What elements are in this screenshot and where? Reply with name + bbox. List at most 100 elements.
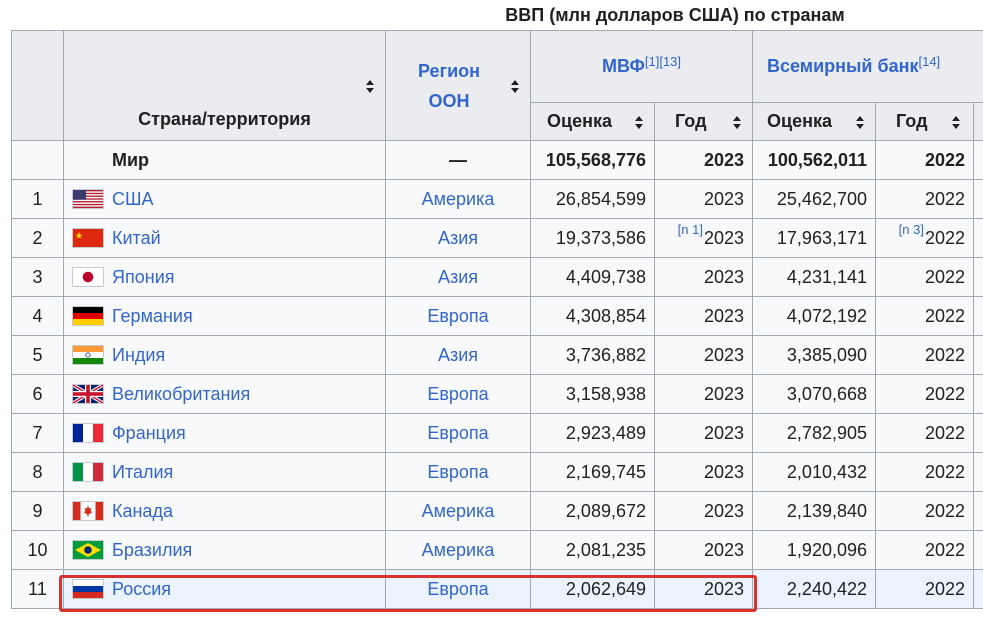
sort-icon[interactable] [733,116,742,130]
imf-year: 2023 [703,383,744,404]
region-link[interactable]: Америка [422,501,495,521]
sort-icon[interactable] [952,116,961,130]
region-header[interactable]: Регион ООН [385,30,531,141]
extra-cell [972,374,983,414]
germany-flag-icon[interactable] [72,306,104,327]
wb-year: 2022 [924,578,965,599]
wb-year-header[interactable]: Год [875,102,974,141]
imf-year: 2023 [703,344,744,365]
canada-flag-icon[interactable] [72,501,104,522]
extra-header [972,102,983,141]
country-link[interactable]: Франция [112,423,186,443]
imf-year: 2023 [703,578,744,599]
region-link[interactable]: Америка [422,189,495,209]
extra-cell [972,335,983,375]
imf-note[interactable]: [n 1] [678,222,703,237]
wb-link[interactable]: Всемирный банк [767,56,918,76]
imf-year-cell: [n 1]2023 [654,218,753,258]
imf-year-header[interactable]: Год [654,102,753,141]
wb-estimate-header[interactable]: Оценка [752,102,876,141]
estimate-label: Оценка [547,111,612,131]
extra-cell [972,491,983,531]
wb-year-cell: 2022 [875,257,974,297]
wb-year-cell: 2022 [875,491,974,531]
sort-icon[interactable] [366,80,375,94]
country-link[interactable]: Германия [112,306,193,326]
imf-estimate-header[interactable]: Оценка [530,102,655,141]
wb-year-cell: 2022 [875,569,974,609]
wb-year: 2022 [924,305,965,326]
country-link[interactable]: Россия [112,579,171,599]
region-link[interactable]: Азия [438,345,478,365]
region-cell: Азия [385,335,531,375]
wb-value-cell: 2,139,840 [752,491,876,531]
imf-value-cell: 26,854,599 [530,179,655,219]
table-row: 11 Россия Европа 2,062,649 2023 2,240,422 2022 [11,569,983,609]
uk-flag-icon[interactable] [72,384,104,405]
table-row: 5 Индия Азия 3,736,882 2023 3,385,090 2022 [11,335,983,375]
imf-value-cell: 2,081,235 [530,530,655,570]
imf-year: 2023 [703,500,744,521]
country-header[interactable]: Страна/территория [63,30,386,141]
wb-refs[interactable]: [14] [918,54,940,69]
table-caption: ВВП (млн долларов США) по странам [505,5,845,25]
year-label: Год [896,111,928,131]
region-link[interactable]: Европа [427,462,488,482]
sort-icon[interactable] [856,116,865,130]
imf-value-cell: 3,736,882 [530,335,655,375]
region-cell: Азия [385,218,531,258]
russia-flag-icon[interactable] [72,579,104,600]
wb-year-cell: 2022 [875,530,974,570]
us-flag-icon[interactable] [72,189,104,210]
region-link[interactable]: Европа [427,423,488,443]
imf-year: 2023 [703,539,744,560]
imf-year: 2023 [703,188,744,209]
country-link[interactable]: Бразилия [112,540,192,560]
imf-value-cell: 3,158,938 [530,374,655,414]
region-cell: Европа [385,452,531,492]
country-link[interactable]: Великобритания [112,384,250,404]
country-link[interactable]: Япония [112,267,175,287]
country-cell: Великобритания [63,374,386,414]
wb-value-cell: 17,963,171 [752,218,876,258]
country-link[interactable]: США [112,189,154,209]
india-flag-icon[interactable] [72,345,104,366]
region-link[interactable]: Европа [427,306,488,326]
region-cell: Америка [385,491,531,531]
region-header-line2[interactable]: ООН [387,86,513,116]
country-cell: Бразилия [63,530,386,570]
region-link[interactable]: Европа [427,579,488,599]
table-row: 8 Италия Европа 2,169,745 2023 2,010,432 2022 [11,452,983,492]
france-flag-icon[interactable] [72,423,104,444]
imf-refs[interactable]: [1][13] [645,54,681,69]
brazil-flag-icon[interactable] [72,540,104,561]
country-link[interactable]: Италия [112,462,173,482]
country-link[interactable]: Канада [112,501,173,521]
year-label: Год [675,111,707,131]
table-row: 3 Япония Азия 4,409,738 2023 4,231,141 2022 [11,257,983,297]
extra-cell [972,179,983,219]
sort-icon[interactable] [635,116,644,130]
imf-year-cell: 2023 [654,257,753,297]
table-row: 7 Франция Европа 2,923,489 2023 2,782,905 2022 [11,413,983,453]
region-header-line1[interactable]: Регион [387,56,513,86]
region-link[interactable]: Америка [422,540,495,560]
china-flag-icon[interactable] [72,228,104,249]
region-link[interactable]: Азия [438,228,478,248]
wb-value-cell: 4,072,192 [752,296,876,336]
country-link[interactable]: Китай [112,228,161,248]
imf-year-cell: 2023 [654,569,753,609]
italy-flag-icon[interactable] [72,462,104,483]
rank-header [11,30,64,141]
sort-icon[interactable] [511,80,520,94]
wb-year: 2022 [924,422,965,443]
gdp-table: Страна/территория Регион ООН МВФ[1][13] … [11,30,983,609]
world-row: Мир — 105,568,776 2023 100,562,011 2022 [11,140,983,180]
imf-link[interactable]: МВФ [602,56,645,76]
wb-note[interactable]: [n 3] [899,222,924,237]
country-link[interactable]: Индия [112,345,165,365]
region-link[interactable]: Азия [438,267,478,287]
region-link[interactable]: Европа [427,384,488,404]
rank-cell: 3 [11,257,64,297]
japan-flag-icon[interactable] [72,267,104,288]
